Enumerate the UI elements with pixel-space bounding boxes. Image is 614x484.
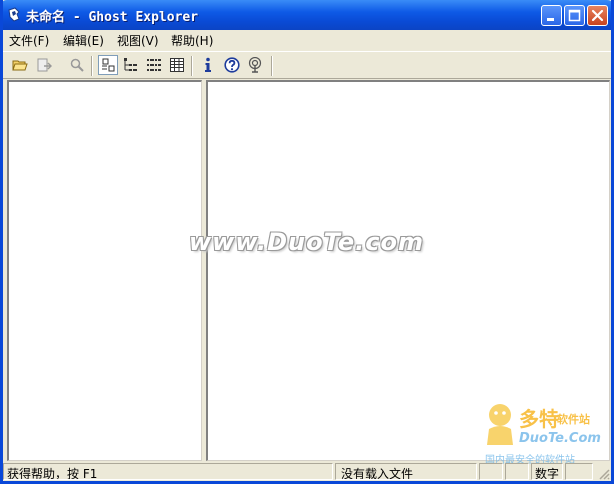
minimize-icon bbox=[547, 18, 554, 21]
info-icon bbox=[205, 57, 211, 72]
view-list-button[interactable] bbox=[144, 55, 164, 75]
help-icon bbox=[224, 57, 240, 73]
web-button[interactable] bbox=[245, 55, 265, 75]
title-bar[interactable]: 未命名 - Ghost Explorer bbox=[3, 0, 611, 30]
view-details-button[interactable] bbox=[167, 55, 187, 75]
close-icon bbox=[591, 9, 604, 22]
status-scroll-pane bbox=[505, 463, 529, 480]
toolbar bbox=[3, 51, 611, 79]
toolbar-separator bbox=[91, 56, 93, 76]
menu-help[interactable]: 帮助(H) bbox=[171, 32, 213, 49]
menu-view[interactable]: 视图(V) bbox=[117, 32, 159, 49]
status-extra-pane bbox=[565, 463, 593, 480]
status-cap-pane bbox=[479, 463, 503, 480]
view-large-button[interactable] bbox=[98, 55, 118, 75]
tree-pane[interactable] bbox=[7, 80, 202, 461]
toolbar-separator bbox=[191, 56, 193, 76]
view-large-icon bbox=[102, 58, 115, 72]
find-button[interactable] bbox=[67, 55, 87, 75]
minimize-button[interactable] bbox=[541, 5, 562, 26]
window-title: 未命名 - Ghost Explorer bbox=[26, 10, 199, 25]
toolbar-separator bbox=[271, 56, 273, 76]
help-button[interactable] bbox=[222, 55, 242, 75]
status-num-pane: 数字 bbox=[531, 463, 563, 480]
status-num-indicator: 数字 bbox=[535, 467, 560, 480]
view-small-icon bbox=[124, 58, 137, 71]
menu-edit[interactable]: 编辑(E) bbox=[63, 32, 104, 49]
maximize-icon bbox=[568, 9, 581, 22]
status-file-pane: 没有载入文件 bbox=[335, 463, 477, 480]
duote-logo: 多特 软件站 DuoTe.Com 国内最安全的软件站 bbox=[481, 401, 611, 466]
find-icon bbox=[70, 58, 84, 72]
app-window: 未命名 - Ghost Explorer 文件(F) 编辑(E) 视图(V) 帮… bbox=[0, 0, 614, 484]
logo-domain: DuoTe.Com bbox=[519, 431, 601, 446]
menu-bar: 文件(F) 编辑(E) 视图(V) 帮助(H) bbox=[3, 30, 611, 49]
extract-button[interactable] bbox=[34, 55, 54, 75]
status-file-text: 没有载入文件 bbox=[341, 467, 414, 480]
open-button[interactable] bbox=[10, 55, 30, 75]
maximize-button[interactable] bbox=[564, 5, 585, 26]
view-details-icon bbox=[170, 58, 184, 72]
menu-file[interactable]: 文件(F) bbox=[9, 32, 49, 49]
resize-grip-icon[interactable] bbox=[598, 468, 610, 480]
view-list-icon bbox=[147, 59, 161, 71]
status-help-text: 获得帮助，按 F1 bbox=[7, 467, 98, 480]
status-bar: 获得帮助，按 F1 没有载入文件 数字 bbox=[3, 462, 611, 481]
mascot-icon bbox=[487, 404, 513, 445]
view-small-button[interactable] bbox=[121, 55, 141, 75]
status-help-pane: 获得帮助，按 F1 bbox=[3, 463, 333, 480]
logo-brand: 多特 bbox=[519, 407, 559, 431]
extract-icon bbox=[37, 58, 52, 72]
open-folder-icon bbox=[12, 60, 28, 71]
web-icon bbox=[248, 57, 262, 73]
watermark-text: www.DuoTe.com bbox=[189, 228, 424, 256]
ghost-app-icon bbox=[8, 7, 20, 22]
logo-tagline: 软件站 bbox=[557, 413, 590, 426]
close-button[interactable] bbox=[587, 5, 608, 26]
info-button[interactable] bbox=[198, 55, 218, 75]
